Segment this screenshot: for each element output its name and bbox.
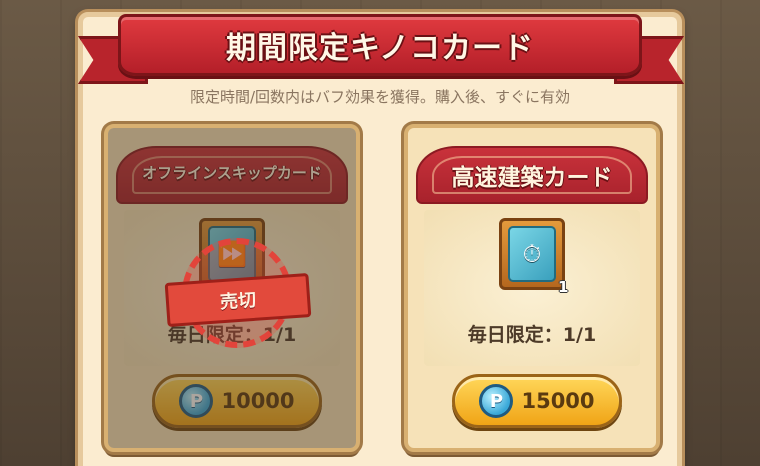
- card-offline-skip: オフラインスキップカード ⏩ 毎日限定：1/1 P 10000 売切: [104, 124, 360, 452]
- buy-button-offline-skip[interactable]: P 10000: [152, 374, 322, 428]
- stopwatch-icon: ⏱: [508, 226, 556, 282]
- title-ribbon: 期間限定キノコカード: [118, 14, 642, 76]
- card-title: 高速建築カード: [451, 165, 613, 191]
- card-fast-build: 高速建築カード ⏱ 1 毎日限定：1/1 P 15000: [404, 124, 660, 452]
- p-coin-icon: P: [479, 384, 514, 418]
- fast-build-card-icon: ⏱: [499, 218, 565, 290]
- price-label: 10000: [221, 389, 295, 413]
- p-coin-icon: P: [179, 384, 214, 418]
- item-quantity: 1: [558, 278, 569, 296]
- price-label: 15000: [521, 389, 595, 413]
- page-title: 期間限定キノコカード: [226, 31, 534, 66]
- description-text: 限定時間/回数内はバフ効果を獲得。購入後、すぐに有効: [189, 88, 571, 106]
- daily-limit-text: 毎日限定：1/1: [467, 324, 597, 346]
- buy-button-fast-build[interactable]: P 15000: [452, 374, 622, 428]
- card-title: オフラインスキップカード: [142, 164, 322, 182]
